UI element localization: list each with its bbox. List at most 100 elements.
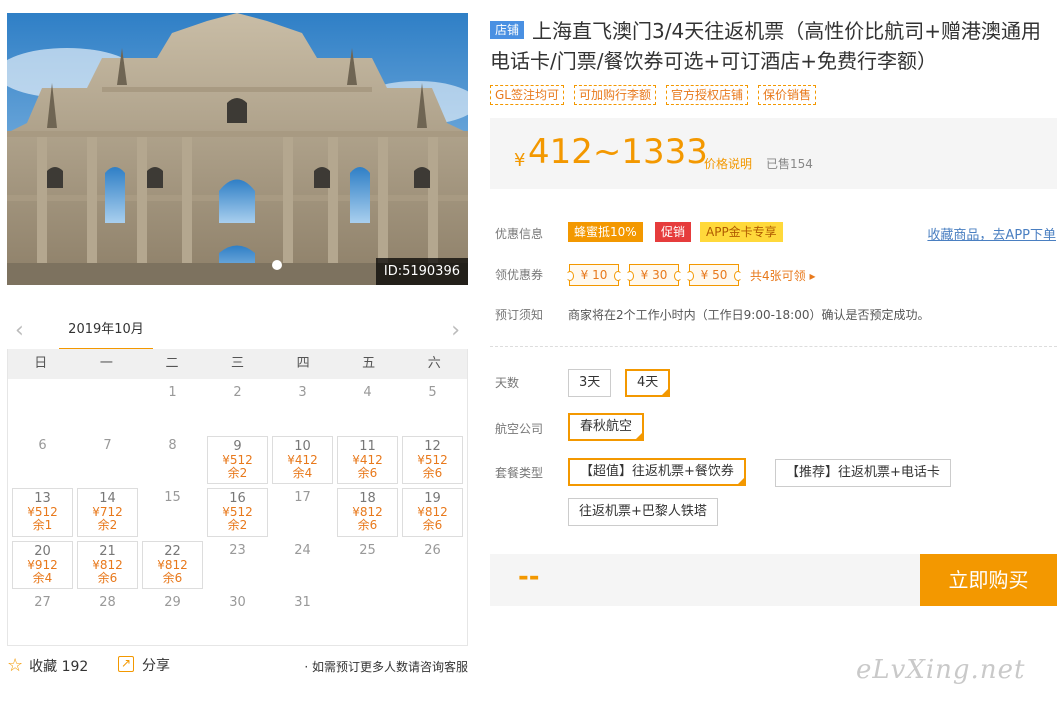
- calendar-day: 15: [142, 488, 203, 537]
- calendar-month-tab[interactable]: 2019年10月: [59, 315, 153, 351]
- day-remaining: 余6: [357, 465, 378, 480]
- product-title: 上海直飞澳门3/4天往返机票（高性价比航司+赠港澳通用电话卡/门票/餐饮券可选+…: [490, 19, 1041, 73]
- calendar-day[interactable]: 20 ¥912 余4: [12, 540, 73, 589]
- calendar-day: 29: [142, 593, 203, 642]
- day-number: 6: [38, 437, 47, 453]
- option-package-meal[interactable]: 【超值】往返机票+餐饮券: [568, 458, 746, 486]
- buy-now-button[interactable]: 立即购买: [920, 554, 1057, 606]
- calendar-weekday-header: 日 一 二 三 四 五 六: [8, 349, 467, 379]
- calendar-day: 28: [77, 593, 138, 642]
- prev-month-icon[interactable]: ‹: [15, 319, 24, 343]
- product-title-block: 店铺 上海直飞澳门3/4天往返机票（高性价比航司+赠港澳通用电话卡/门票/餐饮券可…: [490, 16, 1060, 76]
- day-number: 9: [233, 438, 242, 454]
- calendar-day: 5: [402, 383, 463, 432]
- calendar-day[interactable]: 18 ¥812 余6: [337, 488, 398, 537]
- product-tag: 保价销售: [758, 85, 817, 105]
- day-number: 14: [99, 491, 116, 506]
- calendar-day: 23: [207, 541, 268, 590]
- calendar-day[interactable]: 14 ¥712 余2: [77, 488, 138, 537]
- calendar-day: 8: [142, 436, 203, 485]
- day-remaining: 余1: [32, 518, 53, 532]
- coupon-10[interactable]: ¥ 10: [566, 264, 622, 286]
- price-note-link[interactable]: 价格说明: [704, 155, 752, 172]
- calendar-day: 25: [337, 541, 398, 590]
- day-number: 25: [359, 542, 376, 558]
- option-package-tower[interactable]: 往返机票+巴黎人铁塔: [568, 498, 718, 526]
- weekday-label: 四: [296, 356, 310, 371]
- day-remaining: 余4: [292, 465, 313, 480]
- day-number: 31: [294, 595, 311, 610]
- calendar-day: 6: [12, 436, 73, 485]
- calendar-day: 3: [272, 383, 333, 432]
- product-tag: GL签注均可: [490, 85, 564, 105]
- favorite-label: 收藏: [29, 659, 58, 675]
- weekday-label: 日: [34, 356, 48, 371]
- calendar-day[interactable]: 16 ¥512 余2: [207, 488, 268, 537]
- carousel-dot[interactable]: [272, 260, 282, 270]
- day-number: 13: [34, 491, 51, 506]
- option-3-days[interactable]: 3天: [568, 369, 612, 397]
- app-order-link[interactable]: 收藏商品，去APP下单: [927, 224, 1056, 243]
- price-box: ¥ 412~1333 价格说明 已售154: [490, 118, 1057, 189]
- day-number: 4: [363, 385, 372, 400]
- calendar-day[interactable]: 11 ¥412 余6: [337, 435, 398, 484]
- calendar-day[interactable]: 22 ¥812 余6: [142, 540, 203, 589]
- favorite-button[interactable]: ☆ 收藏 192: [7, 656, 88, 676]
- option-airline[interactable]: 春秋航空: [568, 413, 645, 441]
- ruins-of-st-paul-image: [7, 13, 468, 285]
- share-icon: [118, 653, 134, 673]
- calendar-day: 17: [272, 488, 333, 537]
- day-remaining: 余2: [227, 465, 248, 480]
- option-package-simcard[interactable]: 【推荐】往返机票+电话卡: [775, 459, 951, 487]
- favorite-count: 192: [61, 659, 89, 675]
- day-remaining: 余6: [97, 570, 118, 585]
- day-number: 22: [164, 543, 181, 559]
- promo-badge-sale[interactable]: 促销: [655, 222, 692, 242]
- day-number: 21: [99, 543, 116, 559]
- day-remaining: 余2: [227, 518, 248, 532]
- calendar-day: 2: [207, 383, 268, 432]
- day-price: ¥812: [157, 557, 188, 572]
- calendar-day[interactable]: 21 ¥812 余6: [77, 540, 138, 589]
- day-number: 26: [424, 542, 441, 558]
- star-icon: ☆: [7, 655, 24, 676]
- day-number: 24: [294, 542, 311, 558]
- calendar-day[interactable]: 9 ¥512 余2: [207, 435, 268, 484]
- day-number: 1: [168, 385, 177, 400]
- day-number: 30: [229, 595, 246, 610]
- calendar-day[interactable]: 12 ¥512 余6: [402, 435, 463, 484]
- booking-note: 商家将在2个工作小时内（工作日9:00-18:00）确认是否预定成功。: [568, 308, 930, 322]
- calendar-day: 7: [77, 436, 138, 485]
- calendar-day: 24: [272, 541, 333, 590]
- day-number: 29: [164, 595, 181, 610]
- day-number: 18: [359, 491, 376, 506]
- day-number: 3: [298, 385, 307, 400]
- weekday-label: 二: [165, 356, 179, 371]
- calendar-day[interactable]: 19 ¥812 余6: [402, 488, 463, 537]
- calendar-day: 27: [12, 593, 73, 642]
- day-number: 19: [424, 491, 441, 506]
- calendar-day[interactable]: 13 ¥512 余1: [12, 488, 73, 537]
- calendar-day[interactable]: 10 ¥412 余4: [272, 435, 333, 484]
- more-coupons-link[interactable]: 共4张可领 ▸: [750, 267, 815, 284]
- option-4-days[interactable]: 4天: [625, 369, 671, 397]
- day-remaining: 余2: [97, 518, 118, 532]
- coupon-50[interactable]: ¥ 50: [686, 264, 742, 286]
- next-month-icon[interactable]: ›: [451, 319, 460, 343]
- product-photo[interactable]: ID:5190396: [7, 13, 468, 285]
- day-number: 8: [168, 437, 177, 453]
- coupon-label: 领优惠券: [495, 268, 544, 282]
- promo-label: 优惠信息: [495, 227, 544, 241]
- price-currency: ¥: [514, 150, 526, 171]
- day-remaining: 余6: [162, 570, 183, 585]
- day-number: 10: [294, 438, 311, 454]
- promo-badge-app[interactable]: APP金卡专享: [700, 222, 783, 242]
- share-button[interactable]: 分享: [118, 653, 170, 676]
- promo-badge-honey[interactable]: 蜂蜜抵10%: [568, 222, 643, 242]
- day-number: 16: [229, 491, 246, 506]
- divider: [490, 346, 1057, 347]
- shop-tag-badge: 店铺: [490, 21, 525, 39]
- coupon-30[interactable]: ¥ 30: [626, 264, 682, 286]
- weekday-label: 三: [231, 356, 245, 371]
- day-remaining: 余6: [357, 518, 378, 532]
